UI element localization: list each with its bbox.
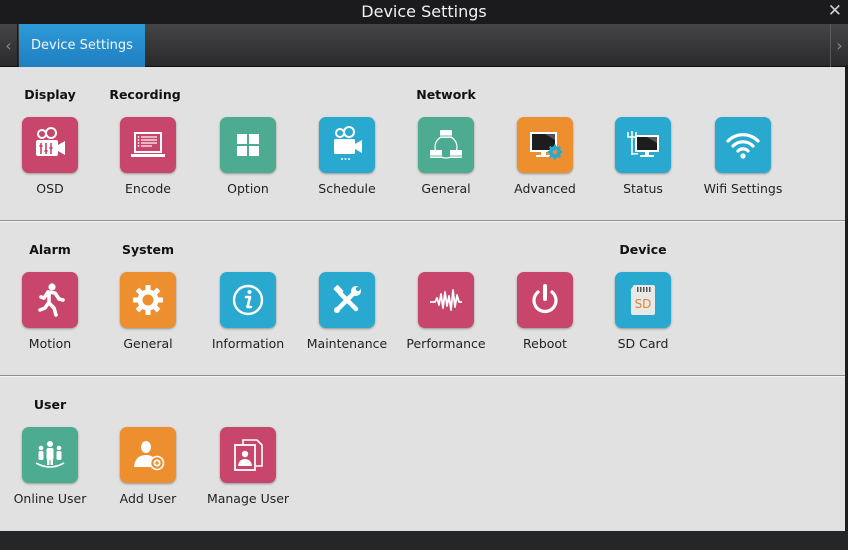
wifi-settings-button[interactable]: Wifi Settings [695,117,791,207]
section-label-display: Display [24,87,76,102]
manage-user-label: Manage User [206,491,290,506]
grid-icon [237,134,259,156]
sd-card-icon: SD [631,285,655,315]
manage-user-button[interactable]: Manage User [200,427,296,517]
section-divider [0,375,845,377]
wifi-settings-label: Wifi Settings [703,181,783,196]
maintenance-button[interactable]: Maintenance [299,272,395,362]
system-general-button[interactable]: General [100,272,196,362]
encode-button[interactable]: Encode [100,117,196,207]
tab-scroll-left-button[interactable]: ‹ [0,24,18,67]
add-user-button[interactable]: Add User [100,427,196,517]
wifi-icon [726,133,760,159]
monitor-antenna-icon [627,131,659,157]
close-icon[interactable]: ✕ [828,1,842,21]
section-label-alarm: Alarm [29,242,71,257]
bottom-bar [0,531,848,550]
status-label: Status [623,181,663,196]
encode-label: Encode [125,181,171,196]
section-label-system: System [121,242,175,257]
motion-button[interactable]: Motion [2,272,98,362]
tab-bar: ‹ Device Settings › [0,24,848,67]
video-camera-icon [334,126,362,160]
info-icon [232,284,264,316]
camera-sliders-icon [36,127,65,156]
add-user-icon [134,441,165,471]
tools-icon [333,285,361,313]
online-user-button[interactable]: Online User [2,427,98,517]
settings-panel: Display Recording Network OSD Encode Opt… [0,67,845,531]
status-button[interactable]: Status [595,117,691,207]
osd-button[interactable]: OSD [2,117,98,207]
information-button[interactable]: Information [200,272,296,362]
user-cards-icon [234,439,263,471]
tab-scroll-right-button[interactable]: › [830,24,848,67]
section-label-user: User [33,397,67,412]
advanced-button[interactable]: Advanced [497,117,593,207]
section-label-network: Network [416,87,476,102]
sd-card-label: SD Card [617,336,669,351]
power-icon [532,284,558,314]
reboot-button[interactable]: Reboot [497,272,593,362]
network-general-button[interactable]: General [398,117,494,207]
section-label-device: Device [619,242,667,257]
sd-card-button[interactable]: SD SD Card [595,272,691,362]
waveform-icon [430,289,462,311]
option-button[interactable]: Option [200,117,296,207]
title-bar: Device Settings ✕ [0,0,848,24]
network-topology-icon [430,130,462,159]
add-user-label: Add User [119,491,177,506]
users-group-icon [35,441,65,468]
running-man-icon [38,283,65,317]
gear-icon [133,285,163,315]
monitor-gear-icon [530,132,563,160]
sd-card-text: SD [635,297,652,311]
laptop-settings-icon [131,132,165,157]
tab-device-settings[interactable]: Device Settings [19,24,145,67]
section-divider [0,220,845,222]
window-title: Device Settings [361,2,487,21]
system-general-label: General [123,336,173,351]
performance-button[interactable]: Performance [398,272,494,362]
section-label-recording: Recording [109,87,181,102]
schedule-button[interactable]: Schedule [299,117,395,207]
